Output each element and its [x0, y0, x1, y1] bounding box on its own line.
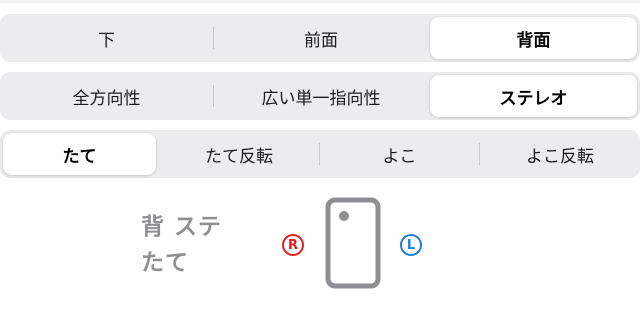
top-divider	[0, 0, 640, 3]
orientation-segmented-control: たて たて反転 よこ よこ反転	[0, 130, 640, 178]
orientation-option-portrait-reversed[interactable]: たて反転	[160, 130, 318, 178]
left-channel-badge: L	[400, 234, 422, 256]
status-summary-line1: 背 ステ	[141, 214, 223, 240]
mic-position-option-back[interactable]: 背面	[430, 17, 637, 59]
mic-position-option-front[interactable]: 前面	[214, 14, 428, 62]
phone-body	[325, 197, 381, 289]
mic-position-option-bottom[interactable]: 下	[0, 14, 213, 62]
orientation-option-landscape-reversed[interactable]: よこ反転	[480, 130, 640, 178]
status-summary-line2: たて	[141, 250, 189, 276]
orientation-option-landscape[interactable]: よこ	[320, 130, 479, 178]
right-channel-badge: R	[282, 234, 304, 256]
directivity-segmented-control: 全方向性 広い単一指向性 ステレオ	[0, 72, 640, 120]
directivity-option-stereo[interactable]: ステレオ	[430, 75, 637, 117]
phone-back-camera	[339, 211, 349, 221]
directivity-option-omni[interactable]: 全方向性	[0, 72, 213, 120]
mic-position-segmented-control: 下 前面 背面	[0, 14, 640, 62]
orientation-option-portrait[interactable]: たて	[3, 133, 156, 175]
phone-portrait-back-icon	[325, 197, 381, 289]
directivity-option-wide-unidirectional[interactable]: 広い単一指向性	[214, 72, 428, 120]
